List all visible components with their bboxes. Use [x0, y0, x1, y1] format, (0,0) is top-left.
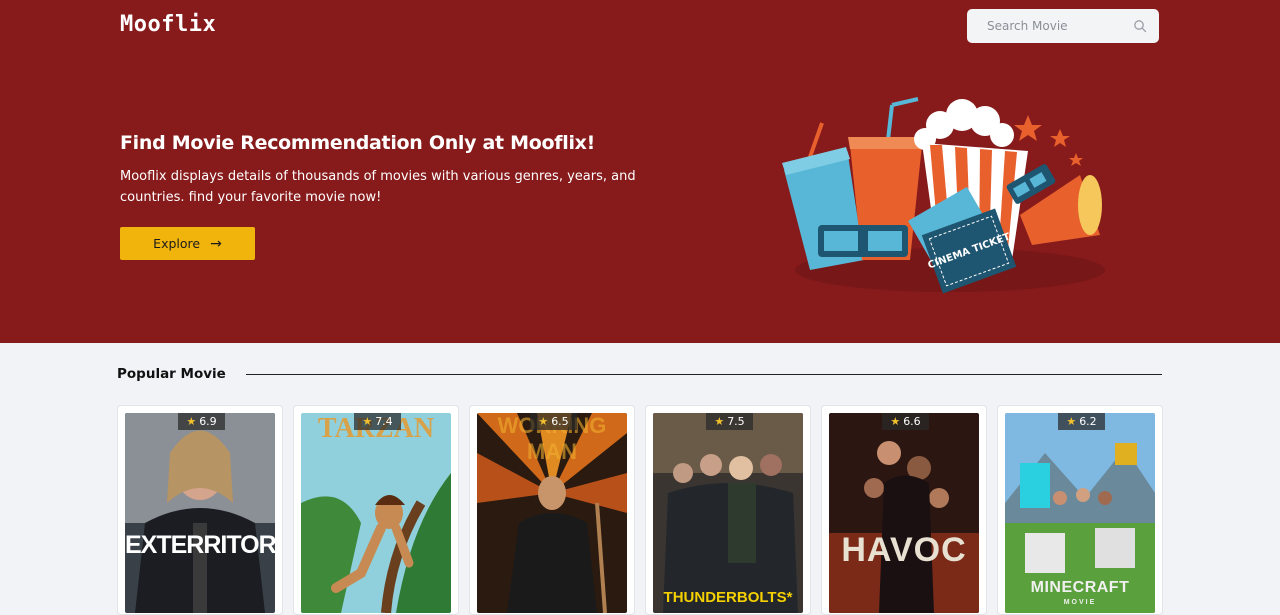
section-divider [245, 373, 1162, 375]
search-input[interactable] [967, 9, 1159, 43]
rating-badge: ★ 6.5 [530, 413, 577, 430]
poster-image [653, 413, 803, 613]
poster-title: THUNDERBOLTS* [663, 589, 793, 606]
movie-card[interactable]: EXTERRITORIAL ★ 6.9 [117, 405, 283, 615]
movie-poster[interactable]: MINECRAFT MOVIE ★ 6.2 [1005, 413, 1155, 613]
explore-label: Explore [153, 236, 201, 251]
rating-value: 6.2 [1079, 415, 1097, 428]
rating-badge: ★ 7.4 [354, 413, 401, 430]
star-icon: ★ [890, 415, 901, 428]
rating-badge: ★ 7.5 [706, 413, 753, 430]
search-icon[interactable] [1133, 19, 1147, 33]
rating-badge: ★ 6.6 [882, 413, 929, 430]
star-icon: ★ [1066, 415, 1077, 428]
movie-poster[interactable]: WORKING MAN ★ 6.5 [477, 413, 627, 613]
section-title: Popular Movie [117, 366, 226, 382]
cinema-illustration: CINEMA TICKET [782, 97, 1105, 294]
movie-card[interactable]: HAVOC ★ 6.6 [821, 405, 987, 615]
search-box[interactable] [967, 9, 1159, 43]
arrow-right-icon: → [210, 235, 222, 252]
movie-poster[interactable]: EXTERRITORIAL ★ 6.9 [125, 413, 275, 613]
hero-description: Mooflix displays details of thousands of… [120, 169, 636, 205]
rating-value: 7.5 [727, 415, 745, 428]
hero-title: Find Movie Recommendation Only at Moofli… [120, 132, 595, 154]
rating-value: 6.5 [551, 415, 569, 428]
movie-card[interactable]: MINECRAFT MOVIE ★ 6.2 [997, 405, 1163, 615]
poster-subtitle: MOVIE [1063, 599, 1097, 606]
movie-poster[interactable]: TARZAN ★ 7.4 [301, 413, 451, 613]
movie-card[interactable]: WORKING MAN ★ 6.5 [469, 405, 635, 615]
movie-card[interactable]: THUNDERBOLTS* ★ 7.5 [645, 405, 811, 615]
movie-card[interactable]: TARZAN ★ 7.4 [293, 405, 459, 615]
movie-poster[interactable]: HAVOC ★ 6.6 [829, 413, 979, 613]
movie-grid: EXTERRITORIAL ★ 6.9 TARZAN ★ 7.4 [117, 405, 1163, 615]
rating-value: 6.9 [199, 415, 217, 428]
star-icon: ★ [186, 415, 197, 428]
poster-title: EXTERRITORIAL [125, 531, 275, 559]
poster-image [125, 413, 275, 613]
rating-badge: ★ 6.9 [178, 413, 225, 430]
star-icon: ★ [714, 415, 725, 428]
rating-value: 7.4 [375, 415, 393, 428]
star-icon: ★ [538, 415, 549, 428]
popular-header: Popular Movie [117, 364, 1162, 384]
poster-image [829, 413, 979, 613]
site-logo[interactable]: Mooflix [120, 12, 216, 37]
explore-button[interactable]: Explore → [120, 227, 255, 260]
rating-value: 6.6 [903, 415, 921, 428]
poster-title: HAVOC [841, 531, 967, 569]
movie-poster[interactable]: THUNDERBOLTS* ★ 7.5 [653, 413, 803, 613]
rating-badge: ★ 6.2 [1058, 413, 1105, 430]
hero-section: Mooflix Find Movie Recommendation Only a… [0, 0, 1280, 343]
poster-title: MINECRAFT [1030, 579, 1130, 596]
star-icon: ★ [362, 415, 373, 428]
